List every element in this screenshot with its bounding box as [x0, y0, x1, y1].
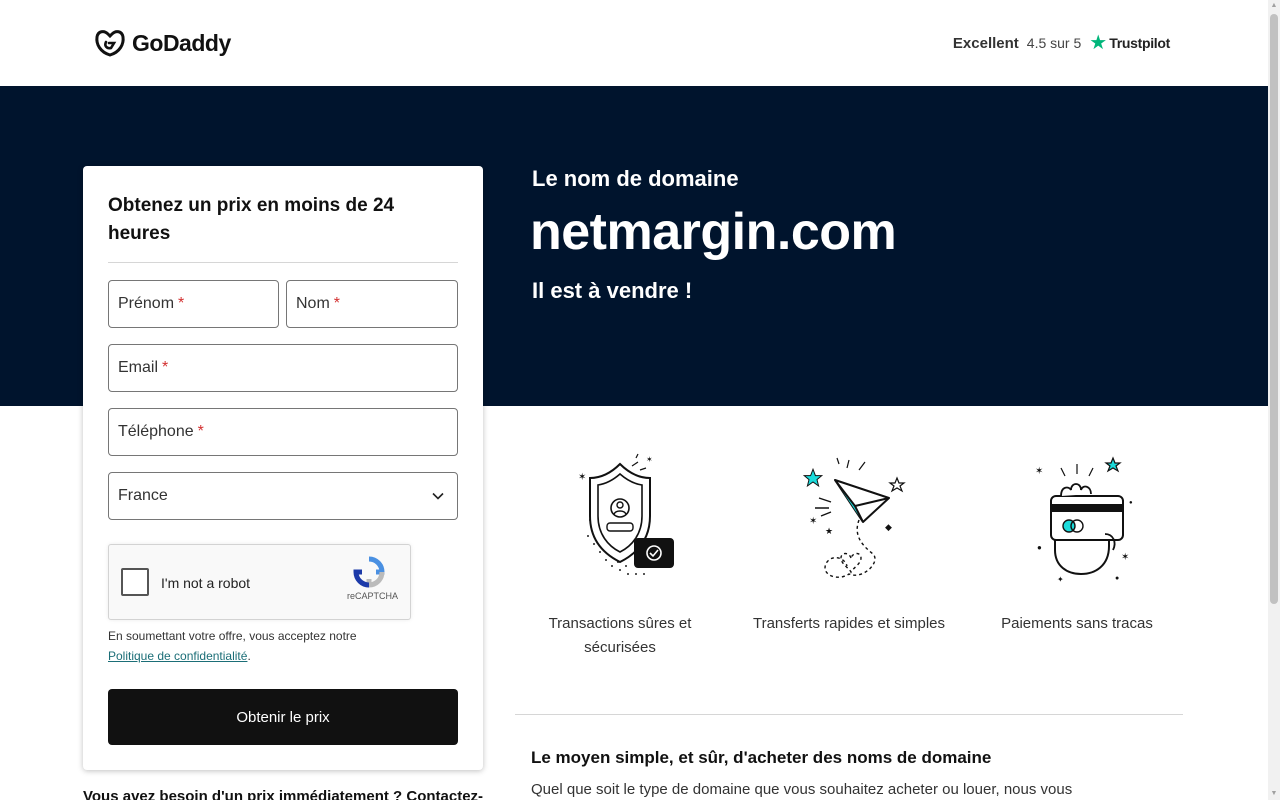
first-name-label: Prénom * — [118, 295, 185, 312]
godaddy-logo-icon — [95, 30, 125, 57]
svg-text:◆: ◆ — [885, 522, 892, 532]
hero-sale-text: Il est à vendre ! — [532, 278, 693, 303]
phone-label: Téléphone * — [118, 423, 204, 440]
form-title: Obtenez un prix en moins de 24 heures — [108, 195, 395, 244]
recaptcha-label: I'm not a robot — [161, 575, 251, 591]
svg-text:✶: ✶ — [1035, 466, 1043, 477]
svg-text:✦: ✦ — [1057, 575, 1064, 584]
email-field[interactable]: Email * — [108, 344, 458, 392]
paper-plane-icon: ✶ ★ ◆ — [802, 457, 906, 578]
country-select[interactable]: France — [108, 472, 458, 520]
price-request-form: Obtenez un prix en moins de 24 heures Pr… — [83, 166, 483, 770]
section-title: Le moyen simple, et sûr, d'acheter des n… — [531, 748, 992, 767]
svg-text:✶: ✶ — [646, 455, 653, 464]
recaptcha-icon — [353, 556, 385, 588]
section-divider — [515, 714, 1183, 715]
feature-fast-transfer-label: Transferts rapides et simples — [752, 615, 945, 632]
phone-field[interactable]: Téléphone * — [108, 408, 458, 456]
recaptcha-checkbox[interactable] — [121, 568, 149, 596]
section-text: Quel que soit le type de domaine que vou… — [531, 781, 1073, 798]
hero-domain-name: netmargin.com — [530, 203, 897, 261]
svg-text:✶: ✶ — [809, 516, 817, 527]
scrollbar-thumb[interactable] — [1270, 14, 1278, 604]
shield-icon: ✶ ✶ — [578, 453, 674, 575]
svg-text:★: ★ — [825, 526, 833, 536]
hero-subtitle: Le nom de domaine — [532, 166, 739, 191]
feature-easy-payment-label: Paiements sans tracas — [1001, 615, 1153, 632]
get-price-button[interactable]: Obtenir le prix — [108, 689, 458, 745]
recaptcha-widget: I'm not a robot reCAPTCHA — [108, 544, 411, 620]
form-divider — [108, 262, 458, 263]
feature-easy-payment: ✶ ● ✶ ● ✦ ● Paiements sans tracas — [972, 450, 1182, 632]
consent-text: En soumettant votre offre, vous acceptez… — [108, 629, 357, 663]
credit-card-hand-icon: ✶ ● ✶ ● ✦ ● — [1035, 456, 1133, 584]
trustpilot-brand: Trustpilot — [1109, 35, 1170, 51]
page-scrollbar[interactable]: ▲ ▼ — [1268, 0, 1280, 800]
feature-secure-label: Transactions sûres et sécurisées — [548, 615, 692, 656]
last-name-field[interactable]: Nom * — [286, 280, 458, 328]
recaptcha-brand: reCAPTCHA — [346, 591, 398, 601]
trustpilot-rating-word: Excellent — [952, 34, 1019, 52]
scroll-down-arrow-icon[interactable]: ▼ — [1270, 790, 1278, 798]
trustpilot-star-icon: ★ — [1089, 32, 1108, 54]
logo-text: GoDaddy — [132, 29, 231, 56]
feature-secure: ✶ ✶ Transactions sûres et sécurisées — [515, 450, 725, 656]
svg-text:✶: ✶ — [578, 472, 586, 483]
country-value: France — [118, 487, 168, 504]
trustpilot-rating[interactable]: Excellent 4.5 sur 5 ★ Trustpilot — [953, 33, 1170, 53]
trustpilot-score: 4.5 sur 5 — [1026, 35, 1082, 51]
contact-prompt-text: Vous avez besoin d'un prix immédiatement… — [83, 788, 484, 800]
svg-text:●: ● — [1037, 543, 1042, 552]
last-name-label: Nom * — [296, 295, 341, 312]
privacy-policy-link[interactable]: Politique de confidentialité — [108, 649, 247, 663]
godaddy-logo[interactable]: GoDaddy — [94, 28, 231, 58]
scroll-up-arrow-icon[interactable]: ▲ — [1270, 2, 1278, 10]
site-header: GoDaddy Excellent 4.5 sur 5 ★ Trustpilot — [0, 0, 1268, 86]
email-label: Email * — [118, 359, 169, 376]
first-name-field[interactable]: Prénom * — [108, 280, 279, 328]
svg-text:✶: ✶ — [1121, 552, 1129, 563]
svg-text:●: ● — [1129, 500, 1133, 506]
chevron-down-icon — [432, 492, 444, 500]
svg-text:●: ● — [1115, 575, 1119, 582]
feature-fast-transfer: ✶ ★ ◆ Transferts rapides et simples — [744, 450, 954, 632]
